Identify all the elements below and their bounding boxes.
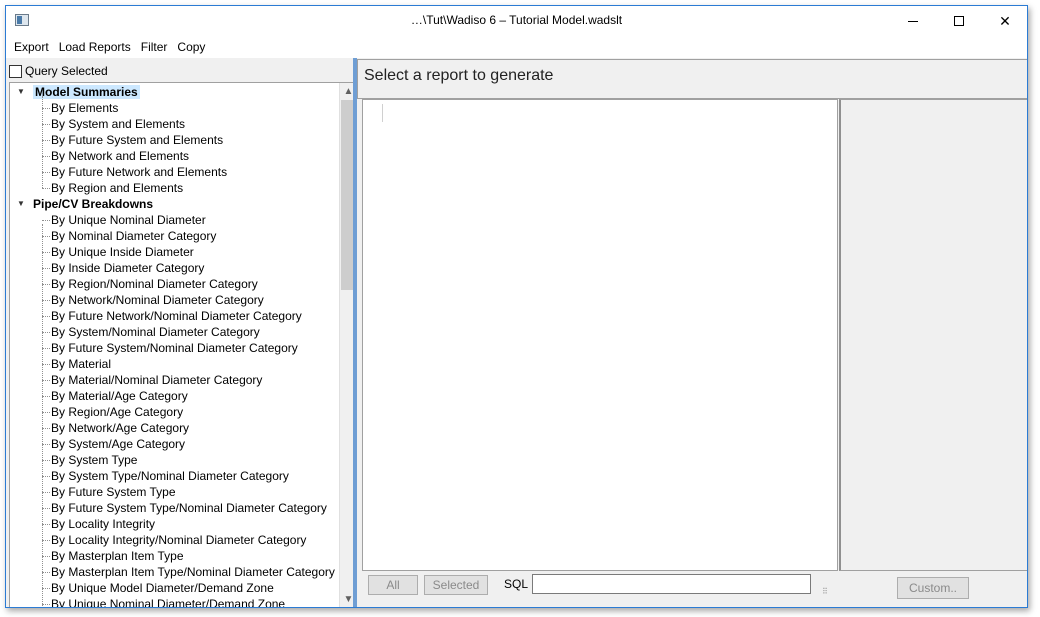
window-title: …\Tut\Wadiso 6 – Tutorial Model.wadslt [410,13,623,27]
tree-item[interactable]: By Inside Diameter Category [10,260,340,276]
tree-item[interactable]: By Future System Type [10,484,340,500]
tree-item[interactable]: By Future Network/Nominal Diameter Categ… [10,308,340,324]
custom-button[interactable]: Custom.. [897,577,969,599]
tree-item[interactable]: By Network and Elements [10,148,340,164]
maximize-button[interactable] [936,6,982,36]
tree-item[interactable]: By System and Elements [10,116,340,132]
tree-item[interactable]: By System Type/Nominal Diameter Category [10,468,340,484]
text-caret [382,104,383,122]
tree-connector-line [42,224,43,607]
tree-group-label: Pipe/CV Breakdowns [33,197,154,211]
tree-group-label: Model Summaries [33,85,140,99]
query-selected-label: Query Selected [25,64,108,78]
tree-connector-line [42,96,43,188]
tree-item[interactable]: By Masterplan Item Type [10,548,340,564]
tree-item[interactable]: By Unique Nominal Diameter [10,212,340,228]
tree-item[interactable]: By Region/Age Category [10,404,340,420]
tree-item[interactable]: By Unique Nominal Diameter/Demand Zone [10,596,340,607]
report-header: Select a report to generate [357,59,1027,99]
tree-group[interactable]: ▼ Pipe/CV Breakdowns [10,196,340,212]
report-output-area[interactable] [362,99,838,571]
close-icon: ✕ [999,12,1011,29]
report-tree[interactable]: ▼ Model Summaries By Elements By System and… [9,82,357,607]
minimize-icon [908,20,918,22]
tree-item[interactable]: By Region and Elements [10,180,340,196]
query-bar: All Selected SQL ⠿ [362,571,838,605]
resize-grip-icon[interactable]: ⠿ [822,588,832,600]
tree-item[interactable]: By Future System and Elements [10,132,340,148]
tree-item[interactable]: By Future System Type/Nominal Diameter C… [10,500,340,516]
menu-bar: Export Load Reports Filter Copy [6,36,1027,58]
tree-item[interactable]: By System/Age Category [10,436,340,452]
tree-item[interactable]: By System/Nominal Diameter Category [10,324,340,340]
selected-button[interactable]: Selected [424,575,488,595]
sql-input[interactable] [532,574,811,594]
custom-bar: Custom.. [839,571,1027,605]
report-tree-content: ▼ Model Summaries By Elements By System and… [10,84,340,607]
tree-item[interactable]: By Locality Integrity/Nominal Diameter C… [10,532,340,548]
minimize-button[interactable] [890,6,936,36]
tree-item[interactable]: By Region/Nominal Diameter Category [10,276,340,292]
tree-item[interactable]: By Unique Model Diameter/Demand Zone [10,580,340,596]
menu-copy[interactable]: Copy [172,36,210,58]
all-button[interactable]: All [368,575,418,595]
menu-export[interactable]: Export [9,36,54,58]
pane-splitter[interactable] [353,58,357,607]
report-tree-pane: Query Selected ▼ Model Summaries By Elemen… [6,58,358,607]
side-panel [839,99,1027,571]
report-header-text: Select a report to generate [364,67,554,84]
tree-item[interactable]: By Material/Age Category [10,388,340,404]
tree-item[interactable]: By Future Network and Elements [10,164,340,180]
tree-item[interactable]: By Material [10,356,340,372]
tree-group[interactable]: ▼ Model Summaries [10,84,340,100]
query-selected-row[interactable]: Query Selected [9,63,108,79]
app-window: …\Tut\Wadiso 6 – Tutorial Model.wadslt ✕… [5,5,1028,608]
tree-item[interactable]: By Locality Integrity [10,516,340,532]
query-selected-checkbox[interactable] [9,64,22,78]
menu-filter[interactable]: Filter [136,36,173,58]
tree-item[interactable]: By Unique Inside Diameter [10,244,340,260]
tree-item[interactable]: By Network/Nominal Diameter Category [10,292,340,308]
tree-item[interactable]: By Elements [10,100,340,116]
tree-item[interactable]: By Future System/Nominal Diameter Catego… [10,340,340,356]
expand-chevron-icon[interactable]: ▼ [17,84,25,100]
menu-load-reports[interactable]: Load Reports [54,36,136,58]
maximize-icon [954,16,964,26]
expand-chevron-icon[interactable]: ▼ [17,196,25,212]
tree-item[interactable]: By System Type [10,452,340,468]
tree-item[interactable]: By Nominal Diameter Category [10,228,340,244]
sql-label: SQL [504,577,529,591]
tree-item[interactable]: By Network/Age Category [10,420,340,436]
tree-item[interactable]: By Material/Nominal Diameter Category [10,372,340,388]
close-button[interactable]: ✕ [982,6,1027,36]
title-bar: …\Tut\Wadiso 6 – Tutorial Model.wadslt ✕ [6,6,1027,36]
tree-item[interactable]: By Masterplan Item Type/Nominal Diameter… [10,564,340,580]
